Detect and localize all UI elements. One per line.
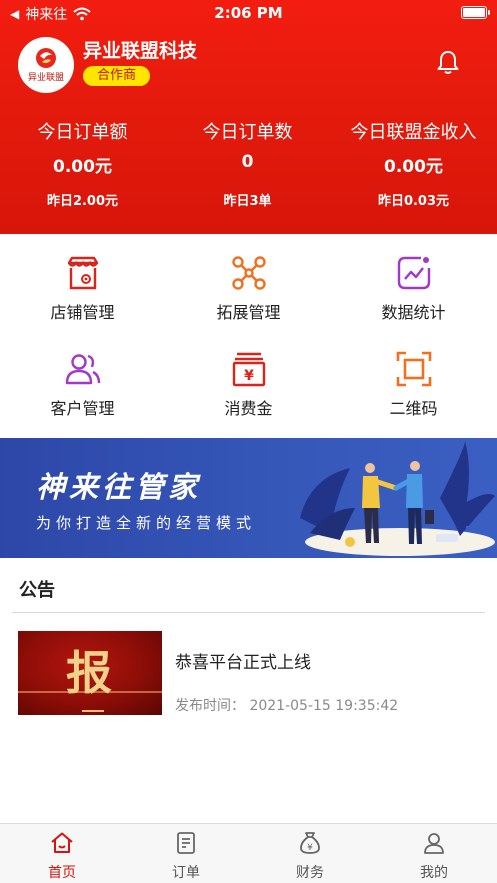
tab-home[interactable]: 首页	[0, 824, 124, 883]
network-icon	[232, 256, 266, 290]
tab-orders[interactable]: 订单	[124, 824, 248, 883]
notice-title: 恭喜平台正式上线	[175, 653, 311, 673]
banner-title: 神来往管家	[36, 470, 202, 504]
promo-banner[interactable]: 神来往管家 为你打造全新的经营模式	[0, 438, 497, 558]
stat-value: 0	[241, 152, 254, 172]
stat-alliance-income[interactable]: 今日联盟金收入 0.00元 昨日0.03元	[331, 118, 496, 209]
svg-text:¥: ¥	[307, 843, 313, 853]
handshake-illustration	[300, 441, 495, 556]
home-icon	[51, 832, 73, 853]
bell-icon[interactable]	[434, 48, 462, 76]
stat-label: 今日订单数	[202, 122, 293, 143]
company-avatar[interactable]: 异业联盟	[18, 37, 74, 93]
stat-label: 今日订单额	[37, 122, 128, 143]
dashboard-header: ◀ 神来往 2:06 PM 异业联盟 异业联盟科技 合作商 今日订单额 0.00…	[0, 0, 497, 234]
tab-label: 订单	[172, 865, 200, 881]
notice-item[interactable]: 报 恭喜平台正式上线 发布时间： 2021-05-15 19:35:42	[0, 620, 497, 730]
notice-thumbnail: 报	[18, 631, 162, 715]
user-icon	[424, 833, 444, 854]
coupon-icon: ¥	[232, 352, 266, 387]
tab-mine[interactable]: 我的	[372, 824, 496, 883]
money-bag-icon: ¥	[300, 832, 320, 854]
menu-qr-code[interactable]: 二维码	[331, 330, 496, 430]
stat-order-amount[interactable]: 今日订单额 0.00元 昨日2.00元	[0, 118, 165, 209]
banner-subtitle: 为你打造全新的经营模式	[36, 514, 257, 532]
stat-value: 0.00元	[384, 157, 443, 177]
svg-text:¥: ¥	[244, 368, 254, 384]
tab-label: 首页	[48, 865, 76, 881]
stat-value: 0.00元	[53, 157, 112, 177]
customers-icon	[65, 354, 101, 385]
menu-expansion-management[interactable]: 拓展管理	[166, 234, 331, 334]
company-logo-icon	[36, 48, 56, 68]
menu-label: 消费金	[224, 399, 273, 418]
stat-order-count[interactable]: 今日订单数 0 昨日3单	[165, 118, 330, 209]
menu-store-management[interactable]: 店铺管理	[0, 234, 165, 334]
order-icon	[177, 832, 195, 854]
menu-consumption-gold[interactable]: ¥ 消费金	[166, 330, 331, 430]
battery-icon	[461, 6, 490, 19]
chart-icon	[397, 256, 431, 290]
stat-yesterday: 昨日0.03元	[377, 194, 450, 209]
menu-label: 数据统计	[381, 303, 446, 322]
store-icon	[67, 256, 99, 290]
divider	[12, 612, 485, 613]
status-bar: ◀ 神来往 2:06 PM	[0, 0, 497, 26]
menu-data-statistics[interactable]: 数据统计	[331, 234, 496, 334]
menu-label: 店铺管理	[50, 303, 115, 322]
clock: 2:06 PM	[214, 4, 283, 22]
company-name: 异业联盟科技	[83, 40, 198, 62]
stat-label: 今日联盟金收入	[350, 122, 477, 143]
tab-label: 财务	[296, 865, 324, 881]
bottom-tab-bar: 首页 订单 ¥ 财务 我的	[0, 823, 497, 883]
function-grid: 店铺管理 拓展管理 数据统计 客户管理 ¥ 消费金 二维码	[0, 234, 497, 438]
menu-customer-management[interactable]: 客户管理	[0, 330, 165, 430]
menu-label: 拓展管理	[216, 303, 281, 322]
thumbnail-glyph: 报	[66, 646, 112, 700]
menu-label: 客户管理	[50, 399, 115, 418]
company-logo-text: 异业联盟	[27, 73, 64, 83]
qrcode-icon	[396, 351, 432, 387]
notice-heading: 公告	[19, 580, 55, 601]
tab-finance[interactable]: ¥ 财务	[248, 824, 372, 883]
role-badge: 合作商	[83, 66, 151, 86]
notice-section-header: 公告	[0, 558, 497, 613]
tab-label: 我的	[420, 865, 448, 881]
menu-label: 二维码	[389, 399, 438, 418]
stat-yesterday: 昨日2.00元	[46, 194, 119, 209]
thumbnail-decor-line	[18, 691, 162, 693]
app-screen: ◀ 神来往 2:06 PM 异业联盟 异业联盟科技 合作商 今日订单额 0.00…	[0, 0, 497, 883]
notice-date: 发布时间： 2021-05-15 19:35:42	[175, 698, 399, 714]
thumbnail-decor-dash	[82, 710, 104, 712]
stat-yesterday: 昨日3单	[223, 194, 272, 209]
